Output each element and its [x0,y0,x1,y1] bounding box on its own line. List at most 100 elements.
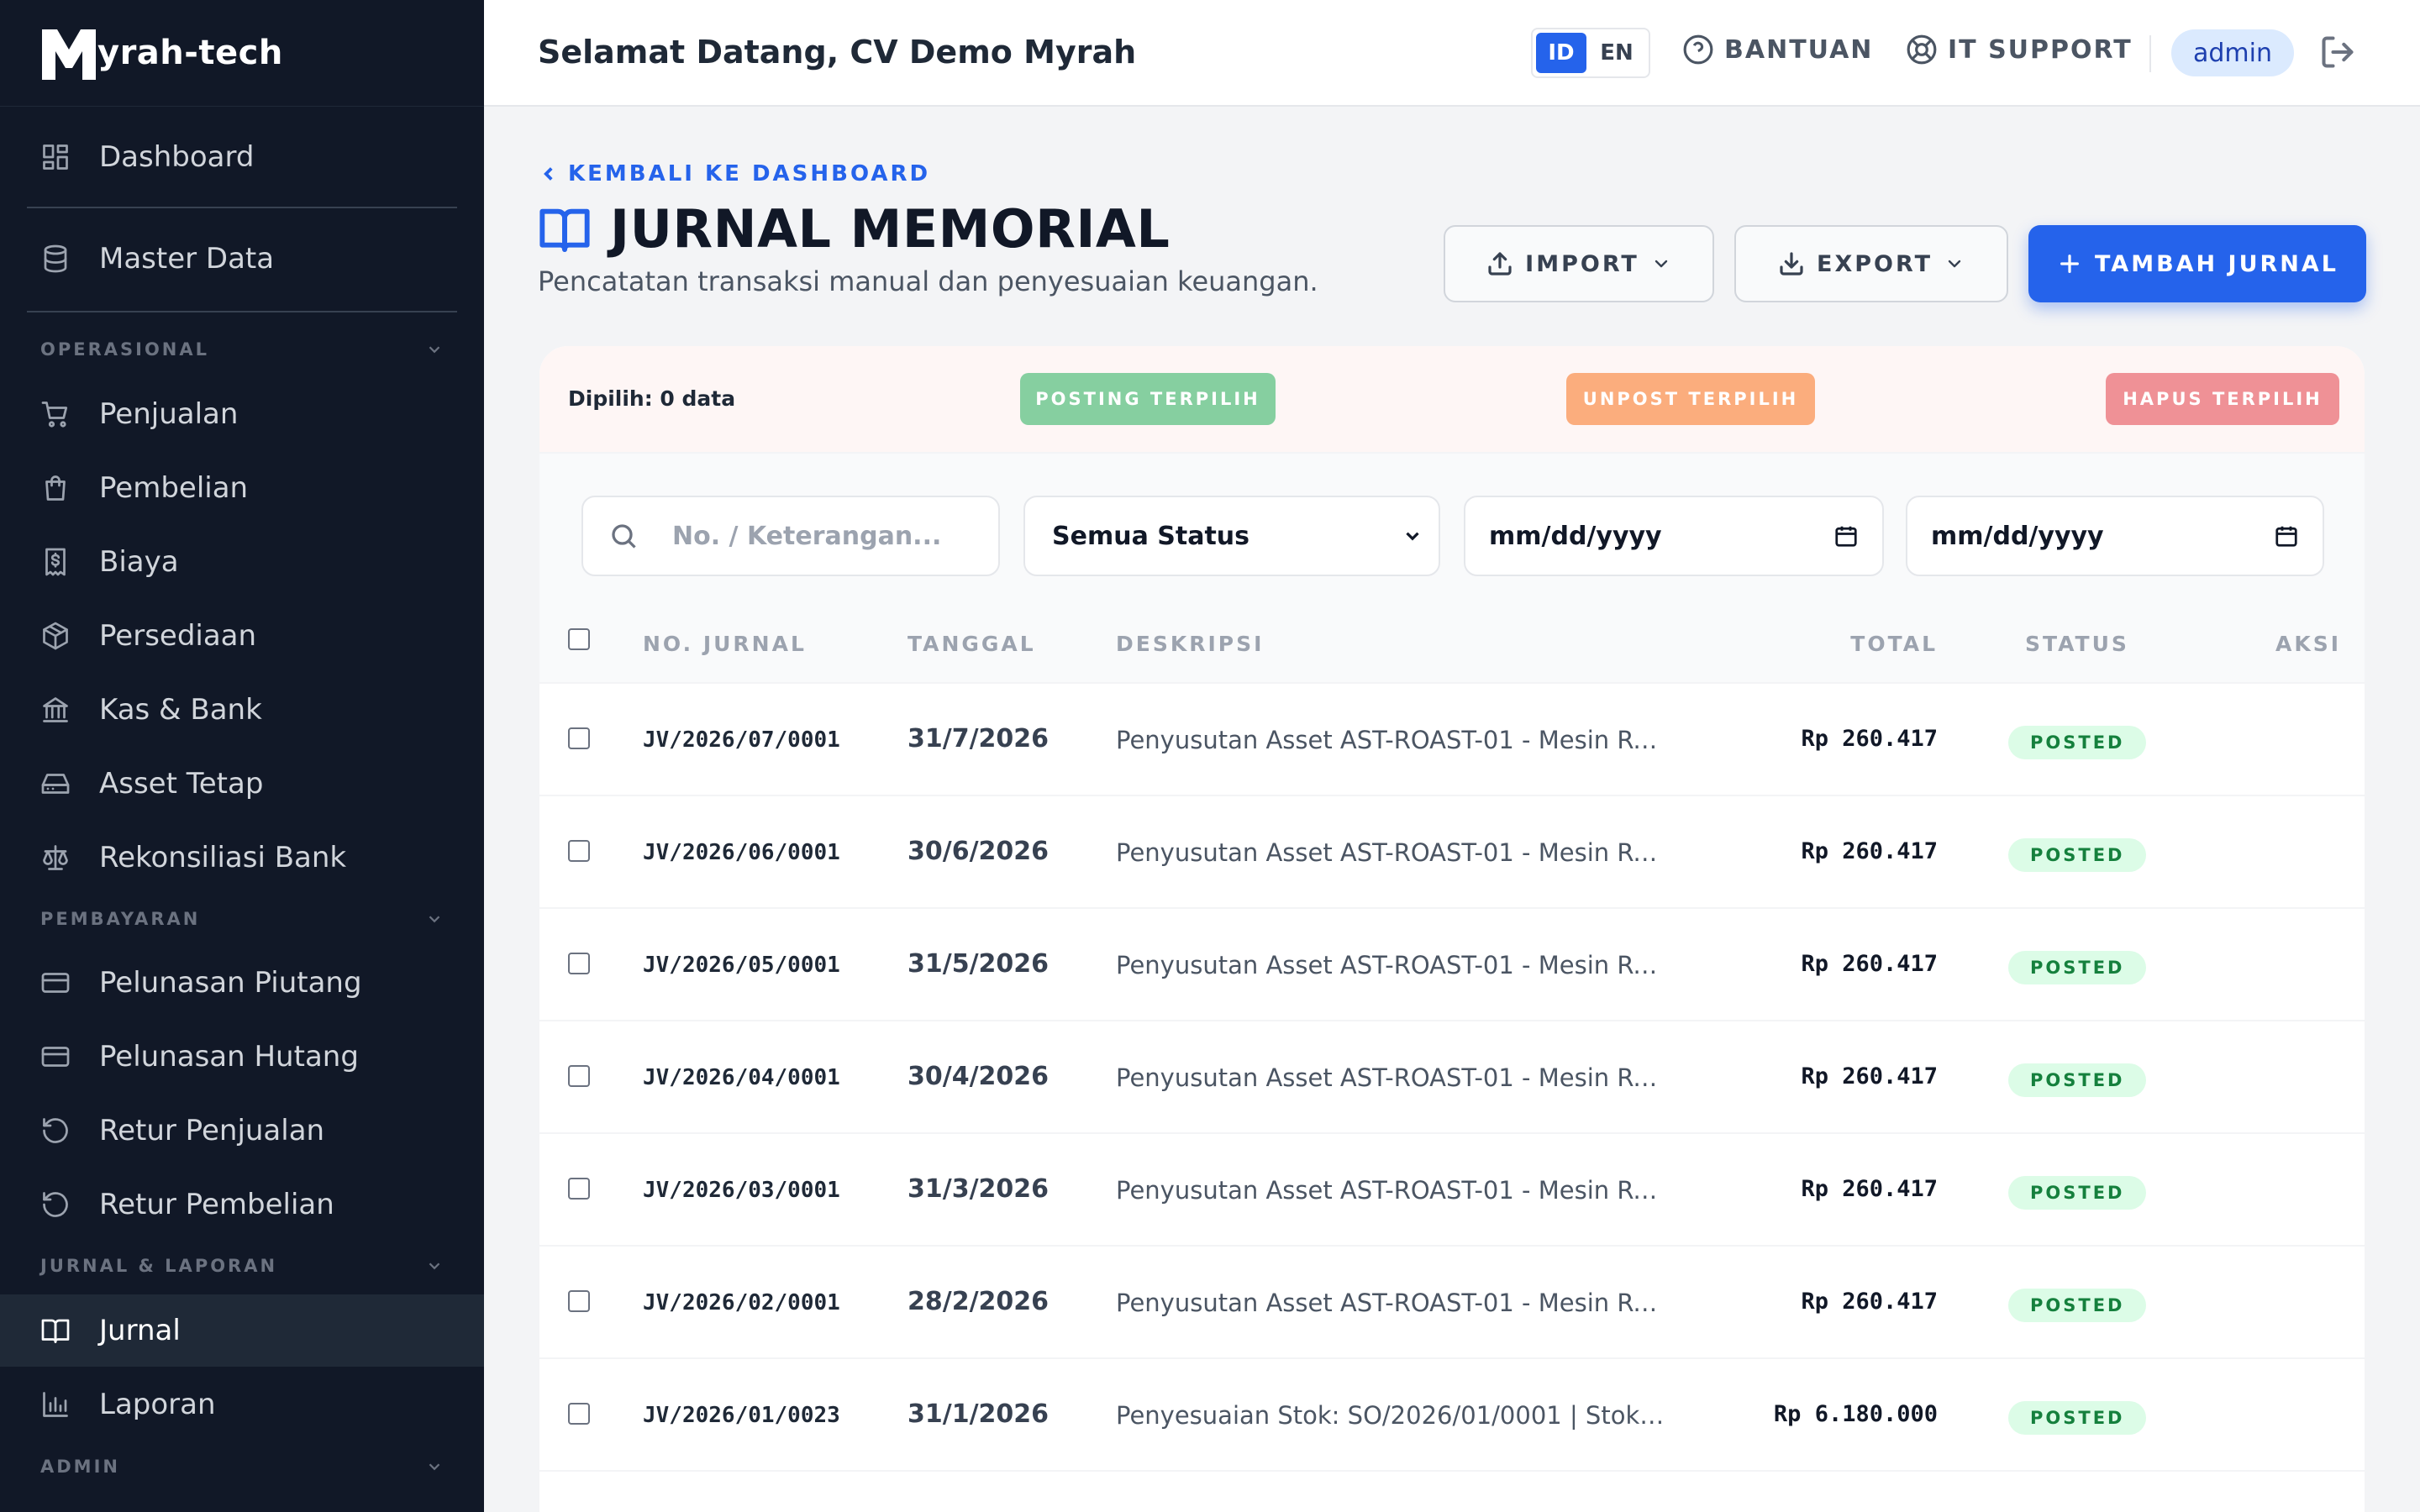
table-row[interactable]: JV/2026/05/0001 31/5/2026 Penyusutan Ass… [539,909,2365,1021]
journal-number[interactable]: JV/2026/01/0023 [643,1403,840,1428]
sidebar-section-pembayaran[interactable]: PEMBAYARAN [40,909,444,929]
lang-en-button[interactable]: EN [1591,33,1642,73]
row-checkbox[interactable] [568,727,590,749]
rotate-ccw-icon [40,1116,71,1146]
add-journal-label: TAMBAH JURNAL [2094,250,2338,277]
column-header-action: AKSI [2275,632,2341,656]
date-from-value: mm/dd/yyyy [1489,521,1662,551]
book-open-icon [539,208,590,252]
row-checkbox[interactable] [568,840,590,862]
export-button[interactable]: EXPORT [1734,225,2008,302]
table-row[interactable]: JV/2026/07/0001 31/7/2026 Penyusutan Ass… [539,684,2365,796]
sidebar-item-label: Pembelian [99,471,249,505]
sidebar-item-laporan[interactable]: Laporan [0,1368,484,1441]
unpost-selected-button[interactable]: UNPOST TERPILIH [1566,373,1815,425]
sidebar-item-persediaan[interactable]: Persediaan [0,600,484,672]
chevron-down-icon [429,1263,440,1270]
select-all-checkbox[interactable] [568,628,590,650]
column-header-date[interactable]: TANGGAL [908,632,1036,656]
sidebar-section-jurnal-laporan[interactable]: JURNAL & LAPORAN [40,1256,444,1276]
sidebar-item-kas-bank[interactable]: Kas & Bank [0,674,484,746]
sidebar-item-asset-tetap[interactable]: Asset Tetap [0,748,484,820]
journal-number[interactable]: JV/2026/04/0001 [643,1065,840,1090]
sidebar-item-master-data[interactable]: Master Data [0,223,484,295]
journal-date: 30/4/2026 [908,1062,1050,1091]
language-switcher: ID EN [1531,28,1650,78]
help-link[interactable]: BANTUAN [1682,34,1873,66]
sidebar-item-jurnal[interactable]: Jurnal [0,1294,484,1367]
sidebar-divider [27,207,457,208]
journal-number[interactable]: JV/2026/06/0001 [643,840,840,865]
delete-selected-button[interactable]: HAPUS TERPILIH [2106,373,2339,425]
date-to-input[interactable]: mm/dd/yyyy [1906,496,2324,576]
user-badge[interactable]: admin [2171,29,2294,76]
row-checkbox[interactable] [568,1178,590,1200]
back-label: KEMBALI KE DASHBOARD [568,161,931,186]
sidebar-item-pelunasan-piutang[interactable]: Pelunasan Piutang [0,947,484,1019]
sidebar-item-penjualan[interactable]: Penjualan [0,378,484,450]
filter-bar: No. / Keterangan... Semua Status mm/dd/y… [539,454,2365,596]
upload-icon [1488,252,1512,276]
sidebar-item-dashboard[interactable]: Dashboard [0,121,484,193]
search-input[interactable]: No. / Keterangan... [581,496,1000,576]
row-checkbox[interactable] [568,1290,590,1312]
status-select[interactable]: Semua Status [1023,496,1440,576]
status-badge: POSTED [2008,1063,2147,1097]
sidebar-item-retur-penjualan[interactable]: Retur Penjualan [0,1095,484,1167]
sidebar-item-pelunasan-hutang[interactable]: Pelunasan Hutang [0,1021,484,1093]
chevron-left-icon [544,167,553,181]
export-label: EXPORT [1817,250,1933,277]
journal-date: 28/2/2026 [908,1287,1050,1316]
brand[interactable]: yrah-tech [0,0,484,107]
shopping-bag-icon [40,473,71,503]
status-select-value: Semua Status [1052,521,1250,551]
page-subtitle: Pencatatan transaksi manual dan penyesua… [538,265,1318,297]
rotate-ccw-icon [40,1189,71,1220]
table-row[interactable]: JV/2026/06/0001 30/6/2026 Penyusutan Ass… [539,796,2365,909]
table-row[interactable]: JV/2026/04/0001 30/4/2026 Penyusutan Ass… [539,1021,2365,1134]
scale-icon [40,843,71,873]
row-checkbox[interactable] [568,953,590,974]
column-header-no[interactable]: NO. JURNAL [643,632,807,656]
sidebar-item-retur-pembelian[interactable]: Retur Pembelian [0,1168,484,1241]
calendar-icon [2275,526,2297,547]
lang-id-button[interactable]: ID [1536,33,1586,73]
chevron-down-icon [1948,260,1961,268]
chevron-down-icon [1655,260,1668,268]
sidebar-item-rekonsiliasi-bank[interactable]: Rekonsiliasi Bank [0,822,484,894]
journal-number[interactable]: JV/2026/05/0001 [643,953,840,978]
row-checkbox[interactable] [568,1403,590,1425]
journal-number[interactable]: JV/2026/03/0001 [643,1178,840,1203]
table-row[interactable]: JV/2026/01/0023 31/1/2026 Penyesuaian St… [539,1359,2365,1472]
box-icon [40,621,71,651]
chevron-down-icon [429,1463,440,1471]
cart-icon [40,399,71,429]
sidebar-section-admin[interactable]: ADMIN [40,1457,444,1477]
journal-description: Penyesuaian Stok: SO/2026/01/0001 | Stok… [1116,1401,1670,1430]
it-support-link[interactable]: IT SUPPORT [1906,34,2133,66]
sidebar-section-operasional[interactable]: OPERASIONAL [40,339,444,360]
chevron-down-icon [429,346,440,354]
welcome-text: Selamat Datang, CV Demo Myrah [538,34,1137,71]
journal-total: Rp 260.417 [1801,951,1938,977]
bar-chart-icon [40,1389,71,1420]
table-row[interactable]: JV/2026/03/0001 31/3/2026 Penyusutan Ass… [539,1134,2365,1247]
sidebar-item-pembelian[interactable]: Pembelian [0,452,484,524]
journal-number[interactable]: JV/2026/07/0001 [643,727,840,753]
add-journal-button[interactable]: TAMBAH JURNAL [2028,225,2366,302]
date-from-input[interactable]: mm/dd/yyyy [1464,496,1884,576]
sidebar-item-biaya[interactable]: Biaya [0,526,484,598]
row-checkbox[interactable] [568,1065,590,1087]
post-selected-button[interactable]: POSTING TERPILIH [1020,373,1276,425]
logout-button[interactable] [2319,34,2356,71]
database-icon [40,244,71,274]
status-badge: POSTED [2008,1289,2147,1322]
journal-number[interactable]: JV/2026/02/0001 [643,1290,840,1315]
journal-description: Penyusutan Asset AST-ROAST-01 - Mesin Ro… [1116,951,1670,979]
column-header-total[interactable]: TOTAL [1850,632,1938,656]
table-row[interactable]: JV/2026/02/0001 28/2/2026 Penyusutan Ass… [539,1247,2365,1359]
back-to-dashboard-link[interactable]: KEMBALI KE DASHBOARD [538,161,930,186]
import-button[interactable]: IMPORT [1444,225,1714,302]
journal-description: Penyusutan Asset AST-ROAST-01 - Mesin Ro… [1116,1063,1670,1092]
sidebar-item-label: Pelunasan Hutang [99,1040,359,1074]
